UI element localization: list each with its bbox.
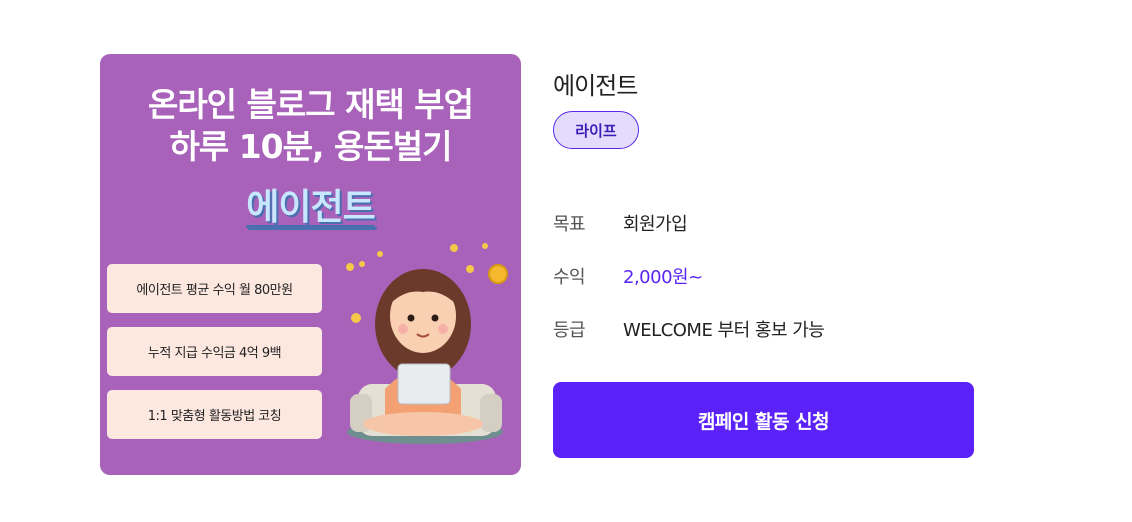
banner-headline-line2: 하루 10분, 용돈벌기 [169,127,453,166]
girl-laptop-illustration [346,243,508,444]
apply-campaign-button[interactable]: 캠페인 활동 신청 [553,382,974,458]
campaign-title: 에이전트 [553,72,638,100]
banner-benefit-3: 1:1 맞춤형 활동방법 코칭 [107,390,322,439]
detail-value: 회원가입 [623,214,688,235]
category-tag[interactable]: 라이프 [553,111,639,149]
detail-value: WELCOME 부터 홍보 가능 [623,320,825,341]
banner-benefit-2: 누적 지급 수익금 4억 9백 [107,327,322,376]
detail-label: 수익 [553,267,586,288]
banner-brand: 에이전트 [246,187,375,228]
banner-headline: 온라인 블로그 재택 부업 하루 10분, 용돈벌기 [100,84,521,168]
detail-label: 목표 [553,214,586,235]
campaign-banner-image: 온라인 블로그 재택 부업 하루 10분, 용돈벌기 에이전트 에이전트 평균 … [100,54,521,475]
banner-headline-line1: 온라인 블로그 재택 부업 [147,85,474,124]
detail-label: 등급 [553,320,586,341]
banner-benefit-1: 에이전트 평균 수익 월 80만원 [107,264,322,313]
detail-value: 2,000원~ [623,267,703,288]
